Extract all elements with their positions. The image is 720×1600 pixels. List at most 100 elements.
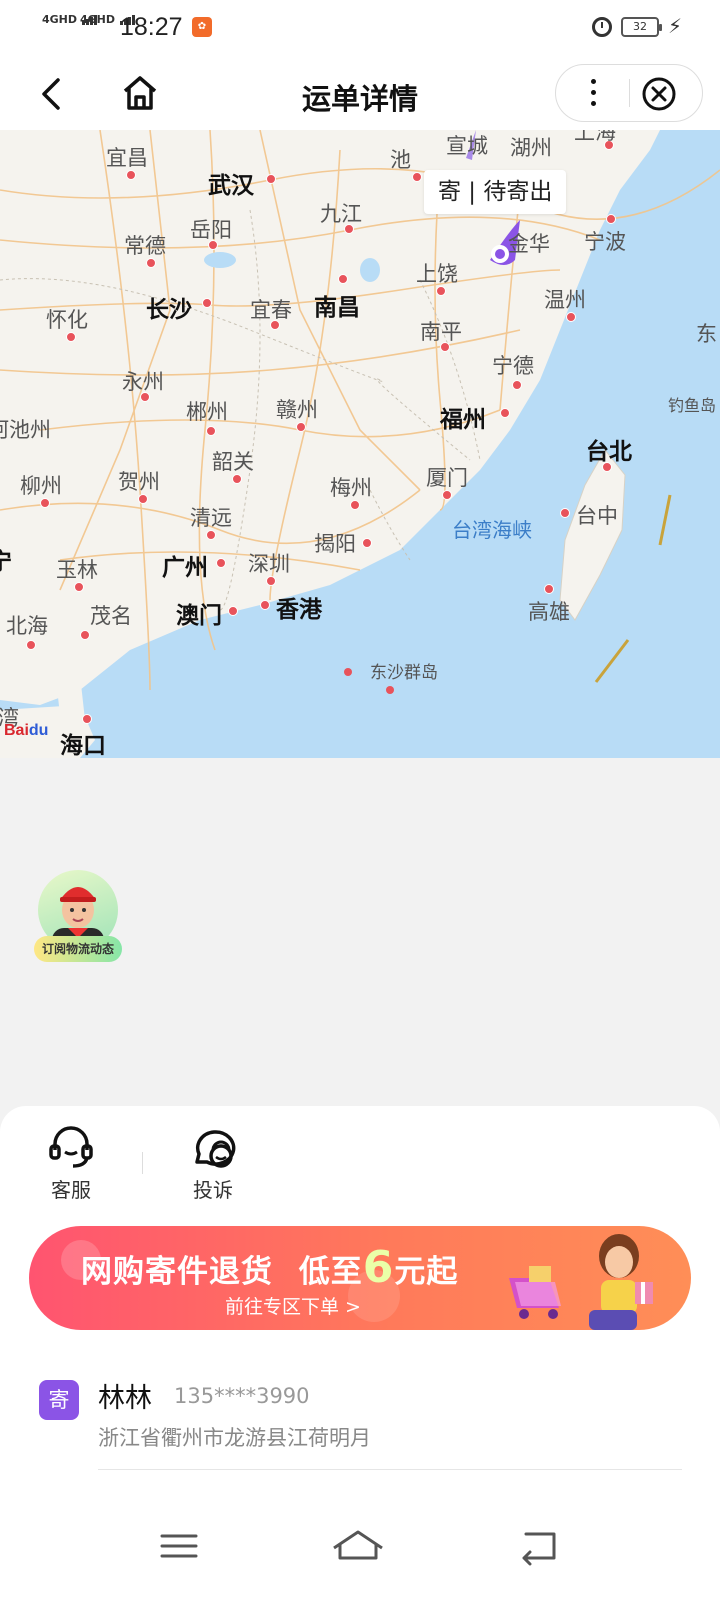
subscribe-label: 订阅物流动态 bbox=[34, 936, 122, 962]
banner-title-part: 低至 bbox=[298, 1254, 363, 1290]
map-city-label: 东沙群岛 bbox=[370, 663, 438, 683]
customer-service-icon bbox=[49, 1126, 93, 1168]
map-city-dot bbox=[82, 714, 92, 724]
complaint-label: 投诉 bbox=[193, 1178, 233, 1202]
map-city-label: 宁波 bbox=[584, 230, 626, 254]
map-city-label: 钓鱼岛 bbox=[668, 396, 717, 415]
banner-price: 6 bbox=[362, 1242, 395, 1293]
map-city-label: 池 bbox=[390, 148, 411, 172]
back-icon[interactable] bbox=[516, 1526, 564, 1566]
customer-service-label: 客服 bbox=[51, 1178, 91, 1202]
map-city-dot bbox=[202, 298, 212, 308]
map-city-dot bbox=[512, 380, 522, 390]
map-city-label: 南宁 bbox=[0, 549, 12, 575]
map-city-label: 韶关 bbox=[212, 450, 254, 474]
map-city-label: 永州 bbox=[122, 370, 164, 394]
map-city-label: 澳门 bbox=[176, 603, 222, 629]
map-city-label: 台中 bbox=[576, 504, 618, 528]
map-city-label: 福州 bbox=[440, 407, 486, 433]
map-city-label: 北海 bbox=[6, 614, 48, 638]
map-city-label: 怀化 bbox=[46, 308, 88, 332]
map-city-label: 海口 bbox=[60, 733, 106, 758]
divider bbox=[142, 1152, 143, 1174]
map-city-label: 赣州 bbox=[276, 398, 318, 422]
system-navigation-bar bbox=[0, 1496, 720, 1600]
map-city-label: 长沙 bbox=[146, 297, 192, 323]
home-icon[interactable] bbox=[330, 1526, 386, 1566]
map-city-label: 台北 bbox=[586, 439, 632, 465]
map-city-dot bbox=[216, 558, 226, 568]
map-city-label: 湖州 bbox=[510, 136, 552, 160]
map-city-label: 金华 bbox=[508, 232, 550, 256]
divider bbox=[629, 79, 630, 107]
map-city-dot bbox=[544, 584, 554, 594]
map-city-label: 九江 bbox=[320, 202, 362, 226]
app-notification-icon: ✿ bbox=[192, 17, 212, 37]
map-city-label: 上饶 bbox=[416, 262, 458, 286]
map-city-dot bbox=[500, 408, 510, 418]
shipment-status-label: 寄 | 待寄出 bbox=[424, 170, 567, 214]
map-city-label: 上海 bbox=[574, 130, 616, 144]
banner-title: 网购寄件退货 低至6元起 bbox=[81, 1242, 458, 1293]
map-city-label: 台湾海峡 bbox=[452, 518, 532, 542]
charging-icon: ⚡ bbox=[668, 14, 683, 38]
logistics-map[interactable]: 宜昌 武汉 池 宣城 湖州 上海 岳阳 九江 常德 金华 宁波 上饶 长沙 宜春… bbox=[0, 130, 720, 758]
sender-info: 寄 林林 135****3990 浙江省衢州市龙游县江荷明月 bbox=[0, 1370, 720, 1480]
map-city-label: 岳阳 bbox=[190, 218, 232, 242]
map-city-label: 玉林 bbox=[56, 558, 98, 582]
map-city-dot bbox=[228, 606, 238, 616]
map-city-label: 贺州 bbox=[118, 470, 160, 494]
map-city-label: 常德 bbox=[124, 234, 166, 258]
map-city-dot bbox=[560, 508, 570, 518]
map-city-label: 揭阳 bbox=[314, 532, 356, 556]
map-city-label: 茂名 bbox=[90, 604, 132, 628]
map-city-label: 梅州 bbox=[330, 476, 372, 500]
mini-program-capsule bbox=[555, 64, 703, 122]
map-city-label: 宜春 bbox=[250, 298, 292, 322]
complaint-icon bbox=[195, 1130, 236, 1168]
map-city-dot bbox=[338, 274, 348, 284]
sender-badge: 寄 bbox=[39, 1380, 79, 1420]
navigation-bar: 运单详情 bbox=[0, 56, 720, 130]
map-city-label: 武汉 bbox=[208, 173, 254, 199]
banner-title-part: 网购寄件退货 bbox=[81, 1254, 273, 1290]
battery-icon: 32 bbox=[621, 17, 662, 37]
alarm-icon bbox=[592, 17, 612, 37]
map-logo: Baidu bbox=[4, 722, 49, 739]
map-city-label: 南昌 bbox=[314, 295, 360, 321]
map-city-label: 高雄 bbox=[528, 600, 570, 624]
map-city-label: 东 bbox=[696, 322, 717, 346]
sender-name: 林林 bbox=[98, 1383, 152, 1414]
map-city-dot bbox=[206, 426, 216, 436]
divider bbox=[98, 1469, 682, 1470]
map-city-label: 广州 bbox=[162, 555, 208, 581]
map-city-label: 郴州 bbox=[186, 400, 228, 424]
sender-phone: 135****3990 bbox=[174, 1384, 310, 1408]
sender-address: 浙江省衢州市龙游县江荷明月 bbox=[98, 1426, 371, 1450]
map-city-label: 温州 bbox=[544, 288, 586, 312]
customer-service-button[interactable]: 客服 bbox=[26, 1126, 116, 1203]
banner-subtitle: 前往专区下单 > bbox=[225, 1296, 361, 1318]
map-city-label: 河池州 bbox=[0, 418, 51, 442]
map-city-label: 南平 bbox=[420, 320, 462, 344]
complaint-button[interactable]: 投诉 bbox=[168, 1126, 258, 1203]
map-city-label: 宁德 bbox=[492, 354, 534, 378]
map-city-dot bbox=[362, 538, 372, 548]
map-city-label: 清远 bbox=[190, 506, 232, 530]
map-city-dot bbox=[260, 600, 270, 610]
subscribe-logistics-button[interactable]: 订阅物流动态 bbox=[34, 870, 122, 964]
banner-title-part: 元起 bbox=[394, 1254, 459, 1290]
close-icon[interactable] bbox=[642, 77, 676, 111]
map-city-dot bbox=[266, 174, 276, 184]
map-city-label: 宣城 bbox=[446, 134, 488, 158]
map-city-label: 厦门 bbox=[426, 466, 468, 490]
status-time: 18:27 bbox=[120, 13, 183, 41]
map-city-label: 深圳 bbox=[248, 552, 290, 576]
promo-banner[interactable]: 网购寄件退货 低至6元起 前往专区下单 > bbox=[29, 1226, 691, 1330]
map-city-dot bbox=[412, 172, 422, 182]
map-city-dot bbox=[606, 214, 616, 224]
menu-icon[interactable] bbox=[156, 1526, 204, 1566]
map-city-dot bbox=[26, 640, 36, 650]
map-city-label: 宜昌 bbox=[106, 146, 148, 170]
more-icon[interactable] bbox=[556, 65, 630, 121]
